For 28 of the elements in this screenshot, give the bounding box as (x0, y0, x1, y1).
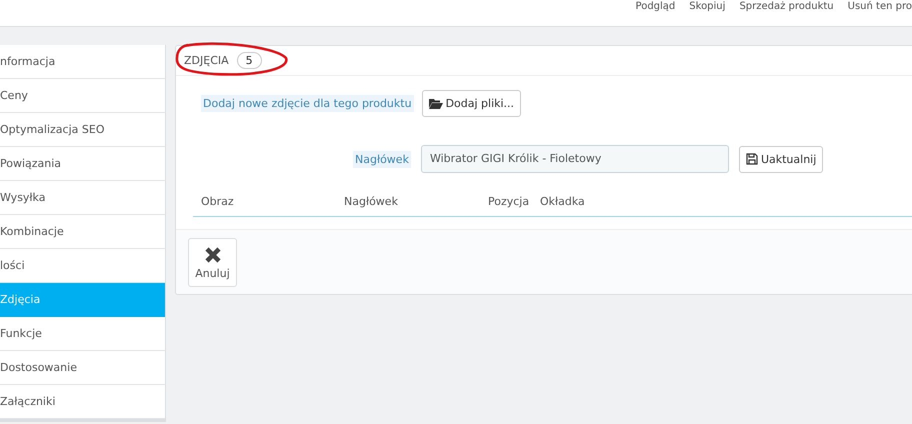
sidebar-item[interactable]: Funkcje (0, 317, 165, 351)
column-header: Nagłówek (344, 195, 398, 208)
sidebar-item[interactable]: Wysyłka (0, 181, 165, 215)
caption-field[interactable]: Wibrator GIGI Królik - Fioletowy (420, 145, 729, 173)
sidebar-item[interactable]: Optymalizacja SEO (0, 113, 165, 147)
sidebar-item[interactable]: Ceny (0, 79, 165, 113)
column-header: Pozycja (488, 195, 530, 208)
sidebar-item[interactable]: nformacja (0, 45, 165, 79)
sidebar-item[interactable]: Kombinacje (0, 215, 165, 249)
caption-label: Nagłówek (353, 150, 411, 168)
sidebar-item[interactable]: Załączniki (0, 385, 165, 419)
folder-icon (428, 98, 443, 109)
panel-title: ZDJĘCIA (184, 54, 229, 67)
add-files-button[interactable]: Dodaj pliki... (422, 90, 522, 117)
toolbar-link[interactable]: Podgląd (636, 0, 676, 13)
sidebar-item[interactable]: Powiązania (0, 147, 165, 181)
toolbar-link[interactable]: Usuń ten pro (848, 0, 912, 13)
column-header: Okładka (540, 195, 585, 208)
column-header: Obraz (201, 195, 234, 208)
toolbar-link[interactable]: Sprzedaż produktu (739, 0, 834, 13)
save-icon (746, 153, 758, 165)
toolbar-link[interactable]: Skopiuj (689, 0, 726, 13)
count-badge: 5 (236, 52, 262, 69)
close-icon (204, 246, 222, 264)
sidebar-item[interactable]: Dostosowanie (0, 351, 165, 385)
upload-label: Dodaj nowe zdjęcie dla tego produktu (201, 95, 414, 112)
cancel-button[interactable]: Anuluj (188, 238, 237, 287)
update-button[interactable]: Uaktualnij (738, 146, 824, 172)
